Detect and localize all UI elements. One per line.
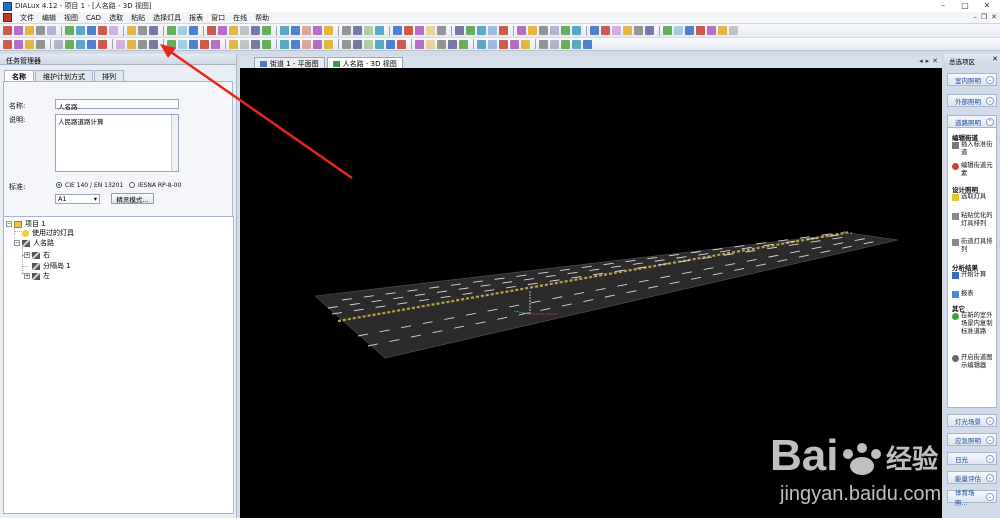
arrow-shaft (167, 48, 353, 180)
arrow-head (160, 44, 176, 58)
annotation-arrow (160, 44, 353, 180)
